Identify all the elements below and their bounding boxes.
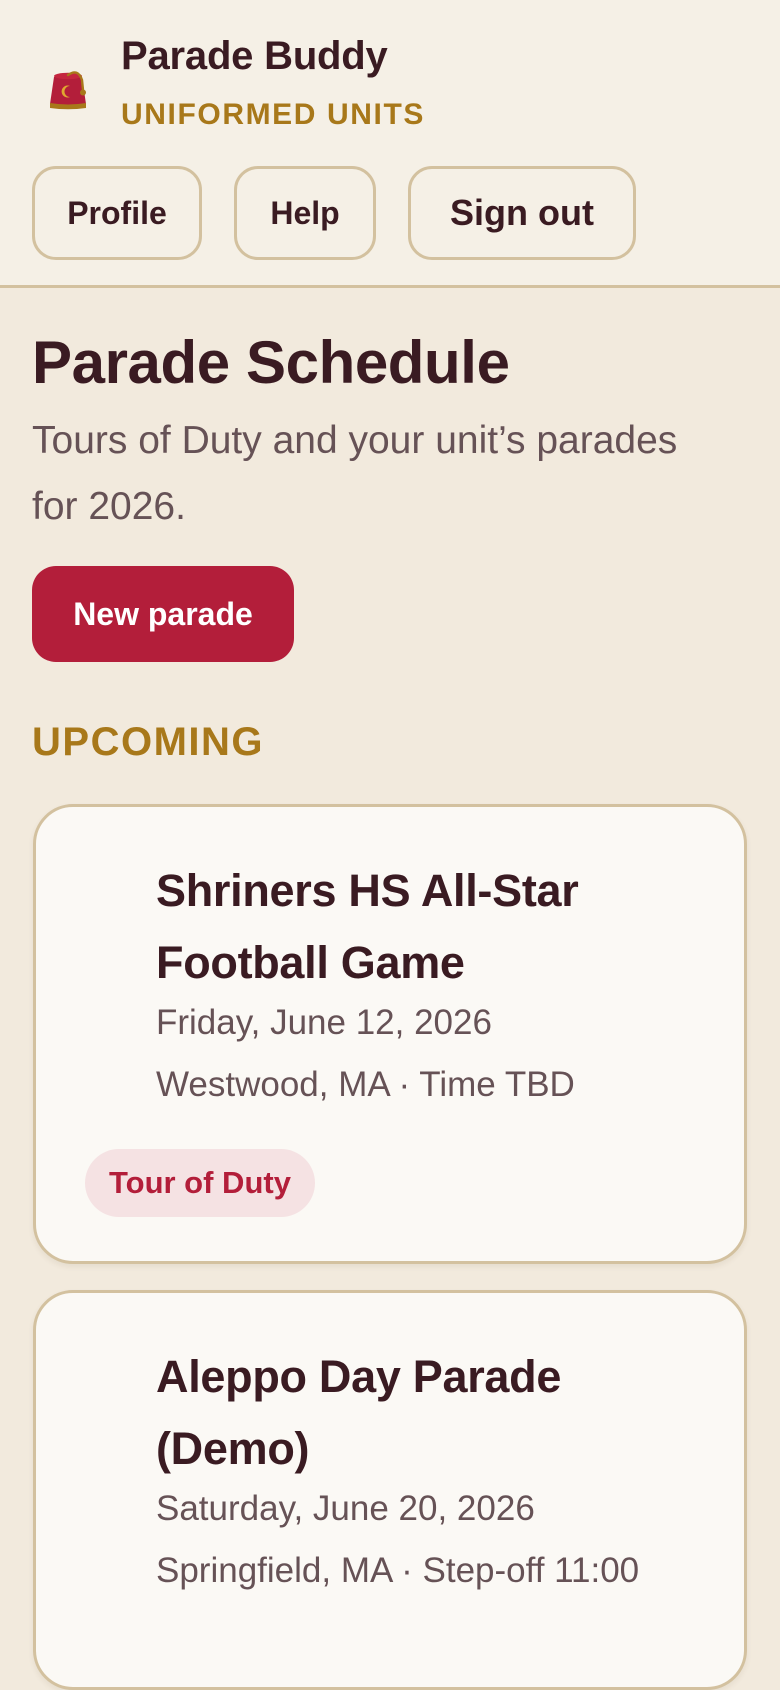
page-description: Tours of Duty and your unit’s parades fo… <box>32 419 678 528</box>
profile-button[interactable]: Profile <box>32 166 202 260</box>
main-content: Parade Schedule Tours of Duty and your u… <box>0 288 780 1690</box>
page-title: Parade Schedule <box>32 329 510 396</box>
parade-location: Westwood, MA · Time TBD <box>156 1065 575 1104</box>
tour-of-duty-badge: Tour of Duty <box>85 1149 315 1217</box>
parade-date: Saturday, June 20, 2026 <box>156 1489 535 1528</box>
parade-title: Shriners HS All-Star Football Game <box>156 865 579 988</box>
app-subtitle: UNIFORMED UNITS <box>121 98 425 131</box>
section-heading-upcoming: UPCOMING <box>32 720 264 764</box>
app-title: Parade Buddy <box>121 34 388 78</box>
sign-out-button[interactable]: Sign out <box>408 166 636 260</box>
help-button[interactable]: Help <box>234 166 376 260</box>
parade-date: Friday, June 12, 2026 <box>156 1003 492 1042</box>
new-parade-button[interactable]: New parade <box>32 566 294 662</box>
fez-icon <box>50 71 86 110</box>
parade-location: Springfield, MA · Step-off 11:00 <box>156 1551 640 1590</box>
parade-card[interactable]: Aleppo Day Parade (Demo) Saturday, June … <box>33 1290 747 1690</box>
app-header: Parade Buddy UNIFORMED UNITS Profile Hel… <box>0 0 780 288</box>
brand: Parade Buddy UNIFORMED UNITS <box>0 0 780 140</box>
parade-card[interactable]: Shriners HS All-Star Football Game Frida… <box>33 804 747 1264</box>
parade-title: Aleppo Day Parade (Demo) <box>156 1351 562 1474</box>
